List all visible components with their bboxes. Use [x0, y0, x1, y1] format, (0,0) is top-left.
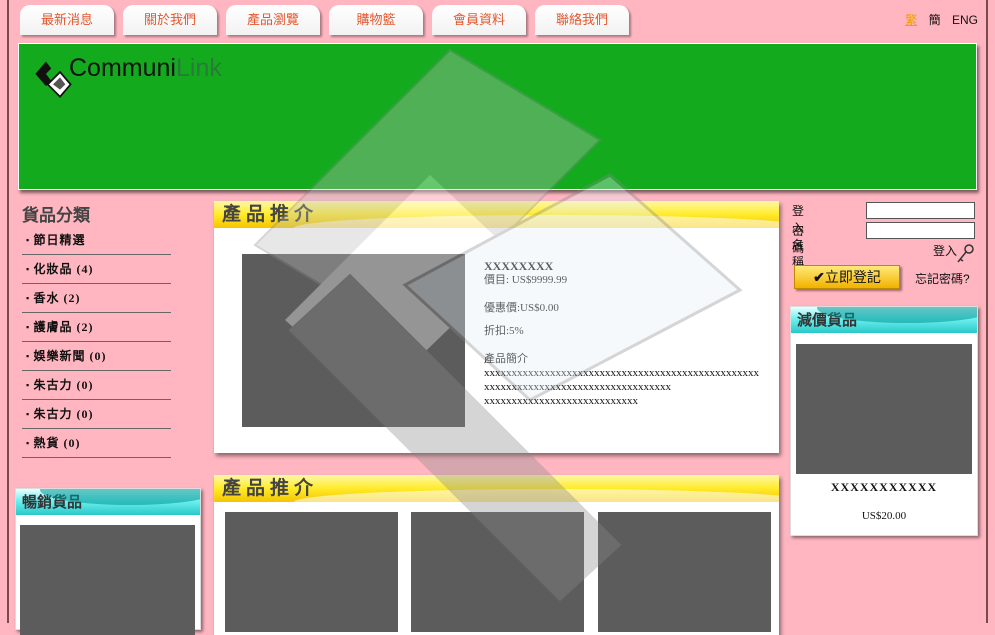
tab-shopping-basket[interactable]: 購物籃 [329, 5, 423, 35]
featured-product-info: XXXXXXXX 價目: US$9999.99 優惠價:US$0.00 折扣:5… [484, 259, 759, 408]
tab-latest-news[interactable]: 最新消息 [20, 5, 114, 35]
sale-product-price: US$20.00 [861, 510, 907, 522]
logo-text-dark: Communi [69, 54, 176, 82]
category-hot-items[interactable]: 熱貨 (0) [22, 429, 171, 458]
recommend-product-image-1[interactable] [225, 512, 398, 632]
key-icon [957, 244, 974, 263]
tab-member-info[interactable]: 會員資料 [432, 5, 526, 35]
lang-simplified[interactable]: 簡 [929, 13, 941, 27]
left-edge-line [7, 0, 9, 623]
logo-text: CommuniLink [69, 54, 222, 83]
password-input[interactable] [866, 222, 975, 239]
category-holiday-picks[interactable]: 節日精選 [22, 226, 171, 255]
featured-product-desc-line: xxxxxxxxxxxxxxxxxxxxxxxxxxxx [484, 395, 638, 407]
tab-products[interactable]: 產品瀏覽 [226, 5, 320, 35]
category-entertainment-news[interactable]: 娛樂新聞 (0) [22, 342, 171, 371]
featured-product-panel: 產品推介 XXXXXXXX 價目: US$9999.99 優惠價:US$0.00… [214, 201, 779, 453]
register-button[interactable]: ✔立即登記 [794, 265, 900, 289]
right-edge-line [986, 0, 988, 623]
category-list: 節日精選 化妝品 (4) 香水 (2) 護膚品 (2) 娛樂新聞 (0) 朱古力… [22, 226, 171, 458]
featured-product-desc-line: xxxxxxxxxxxxxxxxxxxxxxxxxxxxxxxxxxxxxxxx… [484, 367, 759, 379]
check-icon: ✔ [813, 269, 825, 285]
username-input[interactable] [866, 202, 975, 219]
sale-items-box: 減價貨品 XXXXXXXXXXX US$20.00 [790, 306, 978, 536]
categories-title: 貨品分類 [22, 206, 90, 225]
featured-product-discount-pct: 折扣:5% [484, 325, 524, 337]
header-banner: CommuniLink [18, 43, 977, 190]
category-skincare[interactable]: 護膚品 (2) [22, 313, 171, 342]
register-button-label: 立即登記 [824, 269, 881, 285]
featured-panel-title: 產品推介 [214, 201, 779, 228]
sale-items-title: 減價貨品 [791, 307, 977, 333]
sale-product-name[interactable]: XXXXXXXXXXX [791, 480, 977, 495]
lang-traditional[interactable]: 繁 [905, 13, 917, 27]
language-switcher: 繁 簡 ENG [897, 11, 978, 28]
recommend-panel-title: 產品推介 [214, 475, 779, 502]
logo-text-light: Link [175, 54, 222, 82]
lang-english[interactable]: ENG [952, 13, 978, 27]
featured-product-name[interactable]: XXXXXXXX [484, 259, 759, 273]
tab-about-us[interactable]: 關於我們 [123, 5, 217, 35]
recommend-product-image-2[interactable] [411, 512, 584, 632]
featured-product-image[interactable] [242, 254, 465, 427]
forgot-password-link[interactable]: 忘記密碼? [915, 270, 970, 287]
category-cosmetics[interactable]: 化妝品 (4) [22, 255, 171, 284]
bestsellers-box: 暢銷貨品 [15, 488, 201, 635]
featured-product-discount-price: 優惠價:US$0.00 [484, 302, 559, 314]
recommend-product-image-3[interactable] [598, 512, 771, 632]
password-label: 密碼 [792, 224, 805, 255]
featured-product-desc-line: xxxxxxxxxxxxxxxxxxxxxxxxxxxxxxxxxx [484, 381, 671, 393]
login-button[interactable]: 登入 [933, 242, 974, 263]
login-button-label: 登入 [933, 244, 958, 258]
category-chocolate-2[interactable]: 朱古力 (0) [22, 400, 171, 429]
tab-contact-us[interactable]: 聯絡我們 [535, 5, 629, 35]
featured-product-price: 價目: US$9999.99 [484, 274, 568, 286]
bestseller-image[interactable] [20, 525, 195, 635]
category-chocolate[interactable]: 朱古力 (0) [22, 371, 171, 400]
sale-product-image[interactable] [796, 344, 972, 474]
bestsellers-title: 暢銷貨品 [16, 489, 200, 515]
category-perfume[interactable]: 香水 (2) [22, 284, 171, 313]
featured-product-desc-label: 產品簡介 [484, 353, 528, 365]
recommend-panel: 產品推介 [214, 475, 779, 635]
